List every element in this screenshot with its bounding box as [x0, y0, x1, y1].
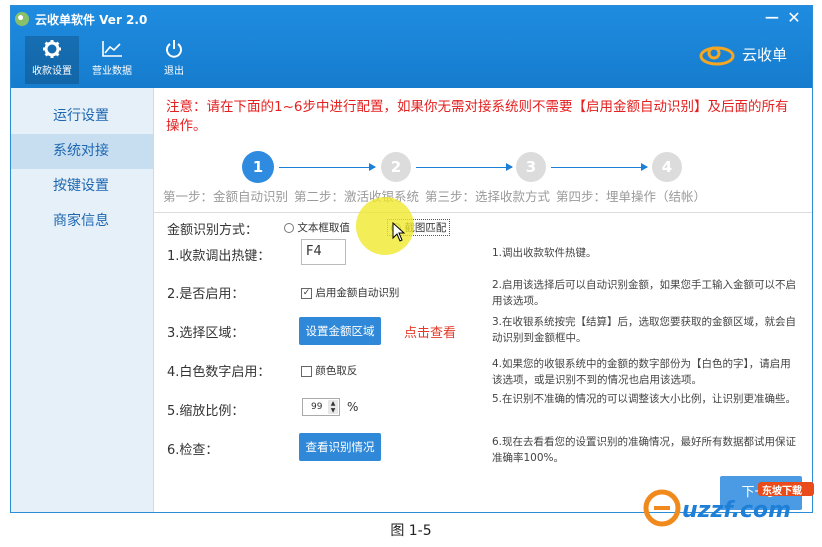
- view-recognition-button[interactable]: 查看识别情况: [299, 433, 381, 461]
- step-indicator: 1 2 3 4 第一步：金额自动识别 第二步：激活收银系统 第三步：选择收款方式 第四…: [154, 148, 812, 218]
- power-icon: [145, 36, 203, 62]
- brand-logo: 云收单: [698, 40, 798, 70]
- check-hint: 6.现在去看看您的设置识别的准确情况，最好所有数据都试用保证准确率100%。: [492, 436, 797, 464]
- sidebar-item-key-settings[interactable]: 按键设置: [11, 169, 153, 204]
- scale-unit: %: [347, 400, 359, 414]
- scale-stepper[interactable]: 99 ▲ ▼: [302, 398, 340, 416]
- method-option-text-label: 文本框取值: [297, 222, 350, 234]
- enable-auto-recognition-checkbox[interactable]: ✓ 启用金额自动识别: [301, 285, 399, 300]
- app-title: 云收单软件 Ver 2.0: [35, 13, 148, 27]
- step-3-circle: 3: [516, 152, 546, 182]
- step-labels: 第一步：金额自动识别 第二步：激活收银系统 第三步：选择收款方式 第四步：埋单操作（结…: [163, 186, 712, 205]
- white-digit-label: 4.白色数字启用：: [167, 365, 271, 380]
- toolbar-label: 收款设置: [32, 66, 72, 77]
- step-2-circle: 2: [381, 152, 411, 182]
- gear-icon: [25, 36, 79, 62]
- minimize-button[interactable]: −: [762, 7, 782, 28]
- invert-color-label: 颜色取反: [315, 365, 358, 377]
- scale-value: 99: [311, 402, 323, 412]
- toolbar-payment-settings[interactable]: 收款设置: [25, 36, 79, 84]
- enable-row: 2.是否启用： ✓ 启用金额自动识别: [167, 277, 497, 307]
- enable-option-label: 启用金额自动识别: [315, 287, 400, 299]
- cloud-icon: [699, 46, 735, 66]
- toolbar-label: 营业数据: [92, 66, 132, 77]
- chart-icon: [85, 36, 139, 62]
- method-label: 金额识别方式：: [167, 223, 259, 238]
- scale-hint: 5.在识别不准确的情况的可以调整该大小比例，让识别更准确些。: [492, 393, 797, 405]
- sidebar-item-run-settings[interactable]: 运行设置: [11, 99, 153, 134]
- checkbox-unchecked[interactable]: [301, 365, 312, 377]
- radio-text[interactable]: [284, 223, 294, 233]
- step-3-label: 第三步：选择收款方式: [425, 189, 551, 204]
- sidebar-item-system-integration[interactable]: 系统对接: [11, 134, 153, 169]
- top-bar: 云收单软件 Ver 2.0 − ✕ 收款设置 营业数据 退出 云收单: [11, 6, 812, 88]
- step-4-circle: 4: [652, 152, 682, 182]
- title-bar: 云收单软件 Ver 2.0 − ✕: [11, 6, 812, 32]
- region-row: 3.选择区域： 设置金额区域 点击查看: [167, 316, 497, 346]
- step-arrow: [279, 163, 376, 171]
- toolbar-business-data[interactable]: 营业数据: [85, 36, 139, 84]
- invert-color-checkbox[interactable]: 颜色取反: [301, 363, 357, 378]
- notice-text: 注意：请在下面的1~6步中进行配置，如果你无需对接系统则不需要【启用金额自动识别…: [166, 99, 789, 134]
- check-row: 6.检查： 查看识别情况: [167, 431, 497, 461]
- step-4-label: 第四步：埋单操作（结帐）: [556, 189, 707, 204]
- sidebar: 运行设置 系统对接 按键设置 商家信息: [11, 88, 154, 512]
- region-label: 3.选择区域：: [167, 326, 245, 341]
- hotkey-hint: 1.调出收款软件热键。: [492, 247, 597, 259]
- hotkey-input[interactable]: F4: [301, 239, 346, 265]
- step-arrow: [551, 163, 648, 171]
- stepper-arrows-icon[interactable]: ▲ ▼: [328, 400, 338, 414]
- app-window: 云收单软件 Ver 2.0 − ✕ 收款设置 营业数据 退出 云收单 运行设置 …: [10, 5, 813, 513]
- watermark-badge: 东坡下载: [762, 486, 802, 497]
- divider: [154, 212, 812, 213]
- view-link[interactable]: 点击查看: [404, 322, 456, 341]
- app-logo-icon: [15, 12, 29, 26]
- figure-caption: 图 1-5: [390, 523, 432, 539]
- set-amount-region-button[interactable]: 设置金额区域: [299, 317, 381, 345]
- step-1-label: 第一步：金额自动识别: [163, 189, 289, 204]
- checkbox-checked[interactable]: ✓: [301, 287, 312, 299]
- white-digit-row: 4.白色数字启用： 颜色取反: [167, 355, 497, 385]
- mouse-cursor-icon: [392, 222, 406, 242]
- toolbar-exit[interactable]: 退出: [145, 36, 203, 84]
- scale-row: 5.缩放比例： 99 ▲ ▼ %: [167, 394, 497, 424]
- sidebar-item-merchant-info[interactable]: 商家信息: [11, 204, 153, 239]
- scale-label: 5.缩放比例：: [167, 404, 245, 419]
- white-digit-hint: 4.如果您的收银系统中的金额的数字部份为【白色的字】，请启用该选项，或是识别不到…: [492, 358, 791, 386]
- method-option-text[interactable]: 文本框取值: [284, 220, 350, 235]
- step-arrow: [416, 163, 513, 171]
- hotkey-label: 1.收款调出热键：: [167, 249, 271, 264]
- toolbar-label: 退出: [164, 66, 184, 77]
- step-1-circle: 1: [242, 151, 274, 183]
- region-hint: 3.在收银系统按完【结算】后，选取您要获取的金额区域，就会自动识别到金额框中。: [492, 316, 797, 344]
- check-label: 6.检查：: [167, 443, 219, 458]
- enable-label: 2.是否启用：: [167, 287, 245, 302]
- close-button[interactable]: ✕: [784, 8, 804, 28]
- brand-name: 云收单: [742, 46, 788, 64]
- enable-hint: 2.启用该选择后可以自动识别金额，如果您手工输入金额可以不启用该选项。: [492, 279, 797, 307]
- main-content: 注意：请在下面的1~6步中进行配置，如果你无需对接系统则不需要【启用金额自动识别…: [154, 88, 812, 512]
